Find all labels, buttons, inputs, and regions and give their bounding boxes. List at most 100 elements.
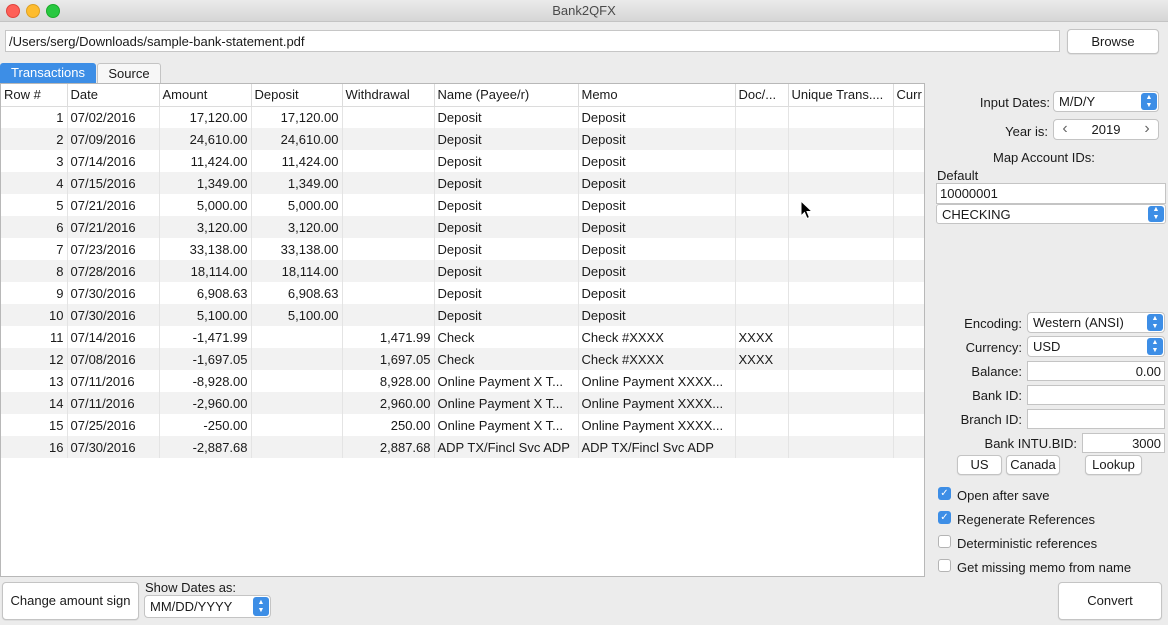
- cell-payee[interactable]: Online Payment X T...: [434, 392, 579, 414]
- cell-deposit[interactable]: [251, 370, 343, 392]
- cell-payee[interactable]: Deposit: [434, 260, 579, 282]
- cell-payee[interactable]: Deposit: [434, 128, 579, 150]
- cell-memo[interactable]: Deposit: [578, 194, 736, 216]
- column-header-date[interactable]: Date: [67, 84, 160, 107]
- cell-deposit[interactable]: [251, 348, 343, 370]
- cell-date[interactable]: 07/30/2016: [67, 304, 160, 326]
- cell-amount[interactable]: 17,120.00: [159, 106, 252, 128]
- cell-currency[interactable]: [893, 414, 924, 436]
- cell-memo[interactable]: Deposit: [578, 304, 736, 326]
- cell-doc[interactable]: XXXX: [735, 326, 789, 348]
- cell-memo[interactable]: Deposit: [578, 260, 736, 282]
- us-button[interactable]: US: [957, 455, 1002, 475]
- cell-row-number[interactable]: 8: [1, 260, 68, 282]
- show-dates-select[interactable]: MM/DD/YYYY ▲ ▼: [144, 595, 271, 618]
- cell-unique-trans[interactable]: [788, 172, 894, 194]
- cell-doc[interactable]: [735, 370, 789, 392]
- cell-memo[interactable]: Check #XXXX: [578, 326, 736, 348]
- cell-doc[interactable]: [735, 260, 789, 282]
- cell-unique-trans[interactable]: [788, 282, 894, 304]
- table-row[interactable]: 4 07/15/2016 1,349.00 1,349.00 Deposit Deposi…: [1, 172, 924, 194]
- cell-amount[interactable]: -8,928.00: [159, 370, 252, 392]
- cell-withdrawal[interactable]: 8,928.00: [342, 370, 435, 392]
- cell-date[interactable]: 07/21/2016: [67, 194, 160, 216]
- canada-button[interactable]: Canada: [1006, 455, 1060, 475]
- table-row[interactable]: 11 07/14/2016 -1,471.99 1,471.99 Check Check …: [1, 326, 924, 348]
- cell-row-number[interactable]: 16: [1, 436, 68, 458]
- cell-withdrawal[interactable]: [342, 260, 435, 282]
- cell-row-number[interactable]: 7: [1, 238, 68, 260]
- cell-deposit[interactable]: 18,114.00: [251, 260, 343, 282]
- cell-currency[interactable]: [893, 172, 924, 194]
- cell-date[interactable]: 07/14/2016: [67, 326, 160, 348]
- cell-deposit[interactable]: 3,120.00: [251, 216, 343, 238]
- cell-date[interactable]: 07/30/2016: [67, 436, 160, 458]
- cell-memo[interactable]: Deposit: [578, 128, 736, 150]
- column-header-amount[interactable]: Amount: [159, 84, 252, 107]
- column-header-unique-trans[interactable]: Unique Trans....: [788, 84, 894, 107]
- cell-memo[interactable]: Online Payment XXXX...: [578, 414, 736, 436]
- cell-payee[interactable]: Deposit: [434, 216, 579, 238]
- cell-doc[interactable]: [735, 392, 789, 414]
- cell-unique-trans[interactable]: [788, 414, 894, 436]
- cell-payee[interactable]: ADP TX/Fincl Svc ADP: [434, 436, 579, 458]
- cell-payee[interactable]: Deposit: [434, 106, 579, 128]
- cell-memo[interactable]: Deposit: [578, 172, 736, 194]
- get-missing-memo-checkbox[interactable]: [938, 559, 951, 572]
- cell-deposit[interactable]: 24,610.00: [251, 128, 343, 150]
- cell-amount[interactable]: 1,349.00: [159, 172, 252, 194]
- cell-withdrawal[interactable]: 250.00: [342, 414, 435, 436]
- cell-currency[interactable]: [893, 392, 924, 414]
- cell-memo[interactable]: Deposit: [578, 150, 736, 172]
- cell-currency[interactable]: [893, 128, 924, 150]
- cell-unique-trans[interactable]: [788, 326, 894, 348]
- cell-doc[interactable]: [735, 106, 789, 128]
- cell-deposit[interactable]: [251, 392, 343, 414]
- cell-amount[interactable]: 6,908.63: [159, 282, 252, 304]
- column-header-withdrawal[interactable]: Withdrawal: [342, 84, 435, 107]
- cell-row-number[interactable]: 10: [1, 304, 68, 326]
- cell-row-number[interactable]: 14: [1, 392, 68, 414]
- cell-payee[interactable]: Check: [434, 348, 579, 370]
- cell-deposit[interactable]: 17,120.00: [251, 106, 343, 128]
- cell-payee[interactable]: Deposit: [434, 304, 579, 326]
- cell-payee[interactable]: Online Payment X T...: [434, 414, 579, 436]
- cell-currency[interactable]: [893, 436, 924, 458]
- cell-deposit[interactable]: 33,138.00: [251, 238, 343, 260]
- cell-memo[interactable]: Check #XXXX: [578, 348, 736, 370]
- cell-unique-trans[interactable]: [788, 392, 894, 414]
- cell-date[interactable]: 07/11/2016: [67, 392, 160, 414]
- cell-date[interactable]: 07/02/2016: [67, 106, 160, 128]
- cell-currency[interactable]: [893, 370, 924, 392]
- cell-payee[interactable]: Deposit: [434, 282, 579, 304]
- table-row[interactable]: 6 07/21/2016 3,120.00 3,120.00 Deposit Deposi…: [1, 216, 924, 238]
- cell-memo[interactable]: Online Payment XXXX...: [578, 392, 736, 414]
- cell-date[interactable]: 07/11/2016: [67, 370, 160, 392]
- cell-date[interactable]: 07/09/2016: [67, 128, 160, 150]
- column-header-currency[interactable]: Curr: [893, 84, 924, 107]
- cell-deposit[interactable]: 1,349.00: [251, 172, 343, 194]
- cell-amount[interactable]: 3,120.00: [159, 216, 252, 238]
- cell-withdrawal[interactable]: 1,697.05: [342, 348, 435, 370]
- change-amount-sign-button[interactable]: Change amount sign: [2, 582, 139, 620]
- column-header-deposit[interactable]: Deposit: [251, 84, 343, 107]
- cell-withdrawal[interactable]: [342, 282, 435, 304]
- cell-row-number[interactable]: 5: [1, 194, 68, 216]
- cell-doc[interactable]: [735, 436, 789, 458]
- cell-row-number[interactable]: 4: [1, 172, 68, 194]
- column-header-payee[interactable]: Name (Payee/r): [434, 84, 579, 107]
- regenerate-references-checkbox[interactable]: ✓: [938, 511, 951, 524]
- table-row[interactable]: 2 07/09/2016 24,610.00 24,610.00 Deposit Depo…: [1, 128, 924, 150]
- cell-amount[interactable]: 5,000.00: [159, 194, 252, 216]
- cell-deposit[interactable]: 5,000.00: [251, 194, 343, 216]
- table-row[interactable]: 7 07/23/2016 33,138.00 33,138.00 Deposit Depo…: [1, 238, 924, 260]
- browse-button[interactable]: Browse: [1067, 29, 1159, 54]
- table-row[interactable]: 5 07/21/2016 5,000.00 5,000.00 Deposit Deposi…: [1, 194, 924, 216]
- table-row[interactable]: 1 07/02/2016 17,120.00 17,120.00 Deposit Depo…: [1, 106, 924, 128]
- cell-doc[interactable]: [735, 282, 789, 304]
- cell-date[interactable]: 07/28/2016: [67, 260, 160, 282]
- cell-row-number[interactable]: 2: [1, 128, 68, 150]
- cell-deposit[interactable]: [251, 414, 343, 436]
- cell-row-number[interactable]: 13: [1, 370, 68, 392]
- cell-withdrawal[interactable]: [342, 194, 435, 216]
